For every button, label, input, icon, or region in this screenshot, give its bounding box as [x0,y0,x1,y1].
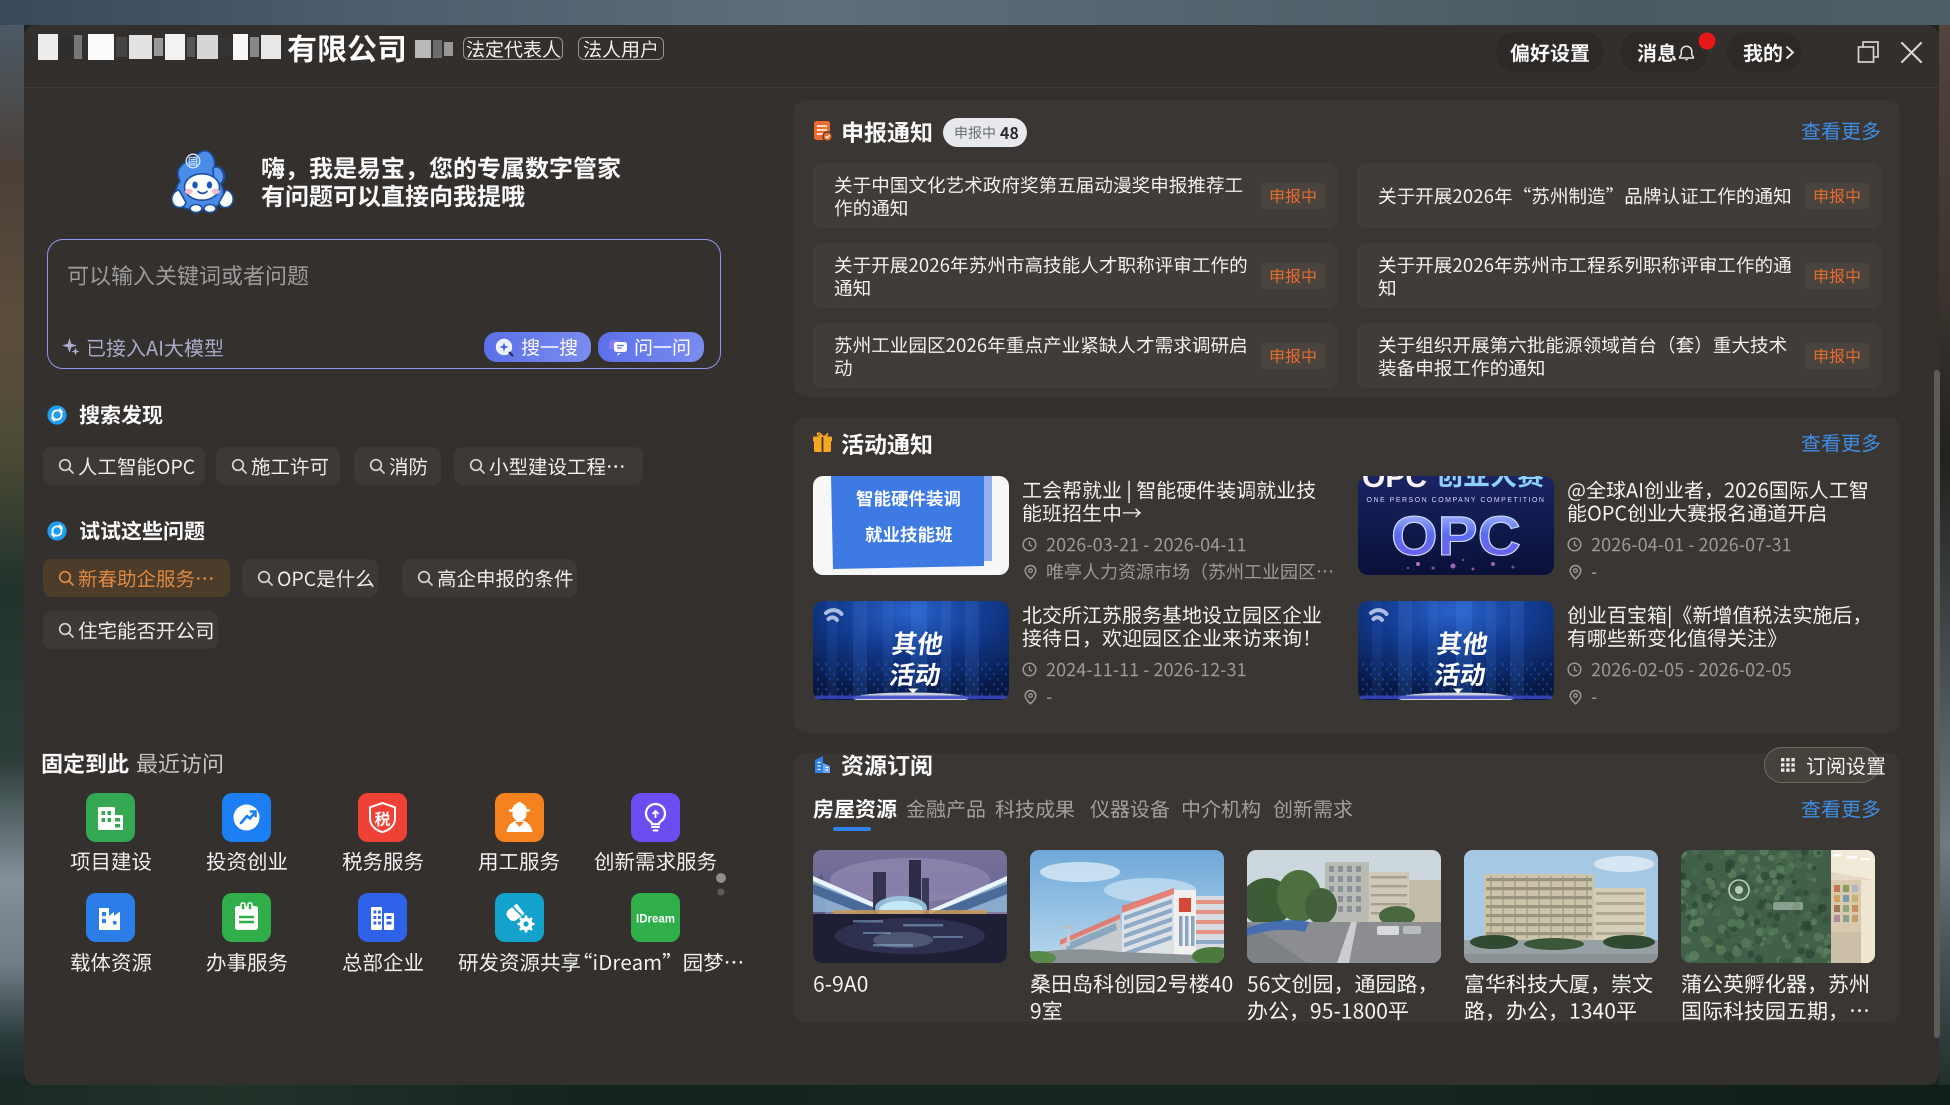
svg-text:OPC: OPC [1391,506,1521,567]
svg-text:ONE PERSON COMPANY COMPETITION: ONE PERSON COMPANY COMPETITION [1367,497,1546,504]
svg-text:IDream: IDream [636,914,675,926]
svg-text:OPC: OPC [1362,476,1427,494]
